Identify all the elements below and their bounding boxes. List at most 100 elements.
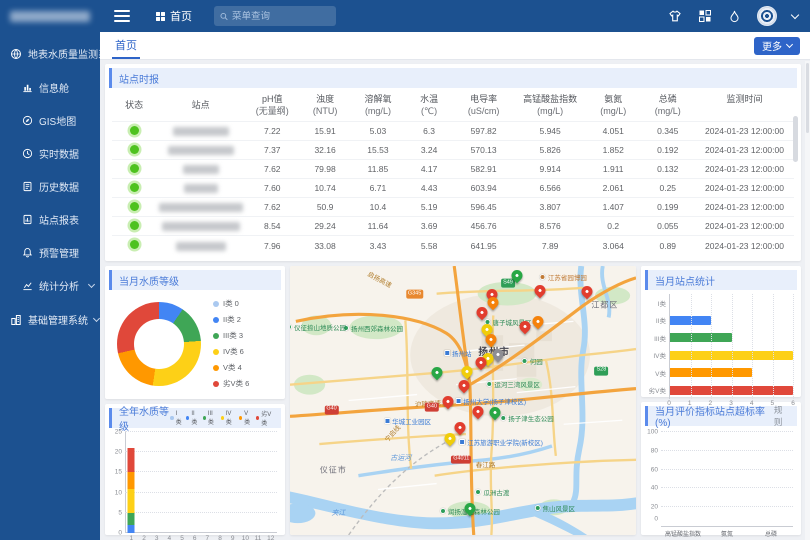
station-pin-red[interactable] [579, 283, 595, 299]
breadcrumb-home[interactable]: 首页 [156, 8, 192, 24]
x-tick-label: 0 [667, 400, 671, 407]
sidebar-item-realtime-data[interactable]: 实时数据 [0, 137, 100, 170]
search-input[interactable] [232, 11, 330, 22]
x-tick-label: 8 [214, 533, 227, 540]
legend-swatch [213, 333, 219, 339]
value-cell: 0.132 [640, 160, 695, 179]
stats-bar[interactable] [670, 333, 732, 342]
table-row[interactable]: 7.2215.915.036.3597.825.9454.0510.345202… [112, 122, 794, 141]
station-pin-red[interactable] [456, 378, 472, 394]
x-tick-label: 3 [729, 400, 733, 407]
trend-icon [22, 280, 33, 291]
sidebar-item-label: 站点报表 [39, 212, 79, 227]
stacked-bar-month1 [128, 432, 135, 533]
app-logo [0, 11, 100, 22]
sidebar-item-gis-map[interactable]: GIS地图 [0, 104, 100, 137]
legend-swatch [221, 416, 224, 420]
value-cell: 7.89 [514, 236, 586, 255]
gis-map[interactable]: 扬州市仪征市江都区沪陕高速启扬高速春江路宁启线古运河夹江扬州西郊森林公园仪征捺山… [290, 266, 636, 535]
tab-home[interactable]: 首页 [112, 32, 140, 59]
station-pin-red[interactable] [475, 305, 491, 321]
legend-item: V类 4 [213, 362, 249, 373]
sidebar-item-info-cabin[interactable]: 信息舱 [0, 71, 100, 104]
table-row[interactable]: 7.6279.9811.854.17582.919.9141.9110.1322… [112, 160, 794, 179]
table-scrollbar[interactable] [793, 116, 798, 162]
station-pin-red[interactable] [452, 419, 468, 435]
sidebar-item-label: 信息舱 [39, 80, 69, 95]
bar-segment [128, 489, 135, 513]
table-row[interactable]: 7.3732.1615.533.24570.135.8261.8520.1922… [112, 141, 794, 160]
stats-category-label: I类 [647, 294, 669, 312]
y-tick-label: 60 [651, 466, 658, 473]
table-row[interactable]: 7.9633.083.435.58641.957.893.0640.892024… [112, 236, 794, 255]
monthly-quality-panel: 当月水质等级 I类 0II类 2III类 3IV类 6V类 4劣V类 6 [105, 266, 285, 399]
y-tick-label: 0 [654, 516, 658, 523]
legend-swatch [213, 365, 219, 371]
annual-quality-panel: 全年水质等级 I类II类III类IV类V类劣V类 051015202512345… [105, 404, 285, 535]
station-pin-yellow[interactable] [442, 431, 458, 447]
window-scrollbar[interactable] [805, 61, 810, 540]
main-area: 首页 更多 站点时报 状态 站点 pH值(无量纲)浊度(NTU)溶解氧(mg/L… [100, 32, 810, 540]
annual-stacked-bar-chart[interactable]: 0510152025123456789101112 [125, 432, 277, 533]
station-panel-title: 站点时报 [119, 71, 159, 86]
table-row[interactable]: 8.5429.2411.643.69456.768.5760.20.055202… [112, 217, 794, 236]
sidebar: 地表水质量监测系统 信息舱 GIS地图 实时数据 历史数据 站点报表 预警管理 [0, 32, 100, 540]
stats-y-labels: I类II类III类IV类V类劣V类 [647, 294, 669, 399]
legend-item: III类 3 [213, 330, 249, 341]
legend-item: II类 2 [213, 314, 249, 325]
fullscreen-flame-icon[interactable] [727, 9, 742, 24]
table-row[interactable]: 7.6010.746.714.43603.946.5662.0610.25202… [112, 179, 794, 198]
station-pin-red[interactable] [440, 393, 456, 409]
column-header: 状态 [112, 90, 156, 122]
building-icon [10, 314, 22, 326]
value-cell: 79.98 [300, 160, 351, 179]
breadcrumb-home-label: 首页 [170, 8, 192, 24]
theme-icon[interactable] [667, 9, 682, 24]
station-pin-green[interactable] [430, 364, 446, 380]
value-cell: 0.192 [640, 141, 695, 160]
user-menu-chevron-icon[interactable] [791, 10, 799, 18]
menu-toggle-icon[interactable] [114, 10, 130, 22]
menu-search[interactable] [214, 6, 336, 26]
rate-bar-chart[interactable]: 204060801000 [661, 432, 793, 527]
more-button-label: 更多 [762, 38, 782, 53]
table-row[interactable]: 7.6250.910.45.19596.453.8071.4070.199202… [112, 198, 794, 217]
station-pin-green[interactable] [509, 268, 525, 284]
gridline [691, 294, 692, 399]
sidebar-item-history-data[interactable]: 历史数据 [0, 170, 100, 203]
station-pin-green[interactable] [462, 501, 478, 517]
station-pin-green[interactable] [487, 404, 503, 420]
user-avatar[interactable] [757, 6, 777, 26]
station-pin-yellow[interactable] [460, 364, 476, 380]
value-cell: 7.60 [245, 179, 300, 198]
gridline [752, 294, 753, 399]
quality-donut-chart[interactable] [117, 302, 201, 386]
station-pin-red[interactable] [532, 282, 548, 298]
layout-icon[interactable] [697, 9, 712, 24]
sidebar-item-station-report[interactable]: 站点报表 [0, 203, 100, 236]
value-cell: 10.4 [351, 198, 406, 217]
sidebar-item-warning-mgmt[interactable]: 预警管理 [0, 236, 100, 269]
y-tick-label: 15 [115, 469, 122, 476]
sidebar-group-surface-water[interactable]: 地表水质量监测系统 [0, 36, 100, 71]
column-header: 监测时间 [695, 90, 794, 122]
value-cell: 10.74 [300, 179, 351, 198]
station-pin-red[interactable] [517, 318, 533, 334]
x-tick-label: 2 [138, 533, 151, 540]
station-table: 状态 站点 pH值(无量纲)浊度(NTU)溶解氧(mg/L)水温(℃)电导率(u… [112, 90, 794, 255]
sidebar-item-statistics[interactable]: 统计分析 [0, 269, 100, 302]
sidebar-group-base-mgmt[interactable]: 基础管理系统 [0, 302, 100, 337]
rate-category-label: 氨氮 [705, 529, 749, 538]
column-header: 电导率(uS/cm) [453, 90, 514, 122]
y-tick-label: 80 [651, 447, 658, 454]
column-header: 溶解氧(mg/L) [351, 90, 406, 122]
chart-bars-icon [22, 82, 33, 93]
status-dot-green [130, 221, 139, 230]
more-button[interactable]: 更多 [754, 37, 800, 55]
stats-x-labels: 0123456 [669, 399, 793, 411]
station-pin-orange[interactable] [531, 314, 547, 330]
station-pin-red[interactable] [470, 404, 486, 420]
station-name-cell [156, 217, 245, 236]
stats-hbar-chart[interactable] [669, 294, 793, 399]
value-cell: 4.43 [405, 179, 453, 198]
